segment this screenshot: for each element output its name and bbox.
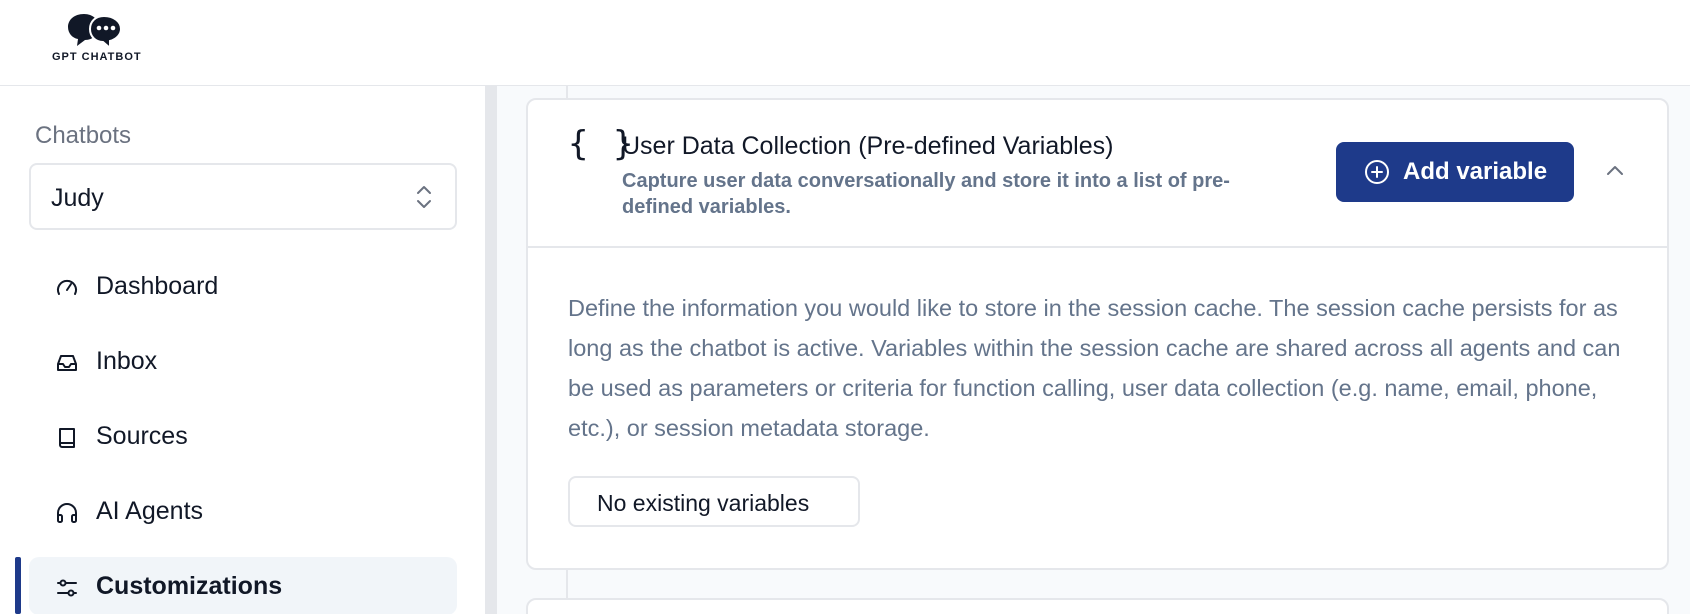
next-card (526, 598, 1669, 614)
user-data-collection-card: { } User Data Collection (Pre-defined Va… (526, 98, 1669, 570)
active-indicator (15, 557, 21, 614)
sidebar-item-ai-agents[interactable]: AI Agents (29, 482, 457, 540)
card-title: User Data Collection (Pre-defined Variab… (622, 132, 1114, 160)
empty-variables-badge: No existing variables (568, 476, 860, 527)
brand-name: GPT CHATBOT (52, 51, 142, 63)
sliders-icon (57, 579, 77, 597)
card-subtitle: Capture user data conversationally and s… (622, 170, 1230, 218)
chevron-up-down-icon (417, 186, 431, 208)
sidebar-item-dashboard[interactable]: Dashboard (29, 257, 457, 315)
chatbots-section-label: Chatbots (35, 122, 132, 149)
sidebar-item-label: AI Agents (96, 497, 204, 525)
add-variable-button[interactable]: Add variable (1336, 142, 1574, 202)
chatbot-select-value: Judy (51, 184, 104, 212)
sidebar-item-label: Sources (96, 422, 188, 450)
chatbot-select[interactable]: Judy (29, 163, 457, 230)
sidebar-item-inbox[interactable]: Inbox (29, 332, 457, 390)
book-icon (59, 428, 75, 448)
sidebar-item-label: Customizations (96, 572, 283, 600)
card-header: { } User Data Collection (Pre-defined Va… (528, 100, 1667, 248)
gauge-icon (57, 279, 77, 295)
chevron-up-icon[interactable] (1602, 160, 1628, 180)
chat-bubbles-icon (68, 14, 123, 50)
sidebar: Chatbots Judy Dashboard Inbox Sources AI… (0, 86, 485, 614)
logo[interactable]: GPT CHATBOT (52, 12, 147, 66)
card-description: Define the information you would like to… (568, 295, 1621, 441)
inbox-icon (57, 355, 77, 371)
sidebar-item-customizations[interactable]: Customizations (29, 557, 457, 614)
plus-circle-icon (1365, 160, 1389, 184)
top-header: GPT CHATBOT (0, 0, 1690, 86)
sidebar-scrollbar[interactable] (485, 86, 497, 614)
sidebar-item-sources[interactable]: Sources (29, 407, 457, 465)
empty-variables-label: No existing variables (597, 490, 810, 516)
sidebar-item-label: Inbox (96, 347, 158, 375)
headphones-icon (57, 503, 77, 523)
add-variable-label: Add variable (1403, 158, 1548, 185)
sidebar-item-label: Dashboard (96, 272, 219, 300)
